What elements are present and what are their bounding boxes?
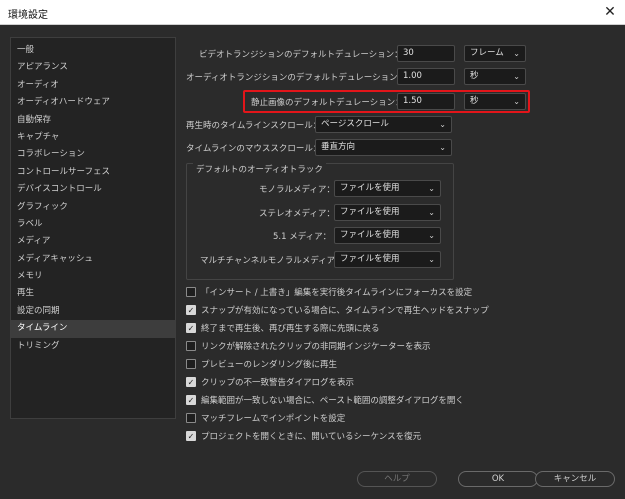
checkmark-icon: ✓ xyxy=(186,377,196,387)
checkbox-label: マッチフレームでインポイントを設定 xyxy=(201,414,346,424)
audio-transition-unit-value: 秒 xyxy=(470,71,479,81)
checkmark-icon: ✓ xyxy=(186,395,196,405)
still-image-unit-select[interactable]: 秒 ⌄ xyxy=(464,93,526,110)
sidebar-item-labels[interactable]: ラベル xyxy=(11,216,175,233)
cancel-button[interactable]: キャンセル xyxy=(535,471,615,487)
surround-media-label: 5.1 メディア： xyxy=(273,232,332,242)
still-image-duration-input[interactable]: 1.50 xyxy=(397,93,455,110)
stereo-media-value: ファイルを使用 xyxy=(340,207,400,217)
video-transition-unit-value: フレーム xyxy=(470,48,504,58)
sidebar-item-graphics[interactable]: グラフィック xyxy=(11,199,175,216)
audio-transition-unit-select[interactable]: 秒 ⌄ xyxy=(464,68,526,85)
sidebar-item-appearance[interactable]: アピアランス xyxy=(11,59,175,76)
checkmark-icon: ✓ xyxy=(186,323,196,333)
chevron-down-icon: ⌄ xyxy=(439,120,446,129)
checkbox-label: プロジェクトを開くときに、開いているシーケンスを復元 xyxy=(201,432,422,442)
audio-transition-duration-input[interactable]: 1.00 xyxy=(397,68,455,85)
multichannel-mono-label: マルチチャンネルモノラルメディア： xyxy=(200,256,344,266)
video-transition-unit-select[interactable]: フレーム ⌄ xyxy=(464,45,526,62)
sidebar-item-media-cache[interactable]: メディアキャッシュ xyxy=(11,251,175,268)
stereo-media-select[interactable]: ファイルを使用 ⌄ xyxy=(334,204,441,221)
checkbox-box xyxy=(186,413,196,423)
chevron-down-icon: ⌄ xyxy=(428,184,435,193)
checkmark-icon: ✓ xyxy=(186,431,196,441)
checkbox-label: スナップが有効になっている場合に、タイムラインで再生ヘッドをスナップ xyxy=(201,306,489,316)
surround-media-select[interactable]: ファイルを使用 ⌄ xyxy=(334,227,441,244)
playback-scroll-value: ページスクロール xyxy=(321,119,389,129)
still-image-unit-value: 秒 xyxy=(470,96,479,106)
playback-scroll-label: 再生時のタイムラインスクロール： xyxy=(186,121,322,131)
chevron-down-icon: ⌄ xyxy=(428,255,435,264)
window-title: 環境設定 xyxy=(8,10,48,21)
chevron-down-icon: ⌄ xyxy=(428,231,435,240)
group-title: デフォルトのオーディオトラック xyxy=(193,163,326,175)
sidebar-item-playback[interactable]: 再生 xyxy=(11,285,175,302)
chevron-down-icon: ⌄ xyxy=(513,97,520,106)
sidebar-item-timeline[interactable]: タイムライン xyxy=(11,320,175,338)
title-bar: 環境設定 ✕ xyxy=(0,0,625,25)
multichannel-mono-select[interactable]: ファイルを使用 ⌄ xyxy=(334,251,441,268)
chevron-down-icon: ⌄ xyxy=(513,49,520,58)
checkbox-label: 編集範囲が一致しない場合に、ペースト範囲の調整ダイアログを開く xyxy=(201,396,464,406)
surround-media-value: ファイルを使用 xyxy=(340,230,400,240)
sidebar-item-auto-save[interactable]: 自動保存 xyxy=(11,112,175,129)
chevron-down-icon: ⌄ xyxy=(428,208,435,217)
mono-media-select[interactable]: ファイルを使用 ⌄ xyxy=(334,180,441,197)
mouse-scroll-label: タイムラインのマウススクロール： xyxy=(186,144,322,154)
sidebar-item-sync-settings[interactable]: 設定の同期 xyxy=(11,303,175,320)
sidebar-item-control-surface[interactable]: コントロールサーフェス xyxy=(11,164,175,181)
close-icon[interactable]: ✕ xyxy=(601,3,619,21)
ok-button[interactable]: OK xyxy=(458,471,538,487)
sidebar-item-media[interactable]: メディア xyxy=(11,233,175,250)
checkbox-label: 終了まで再生後、再び再生する際に先頭に戻る xyxy=(201,324,380,334)
sidebar-item-collaboration[interactable]: コラボレーション xyxy=(11,146,175,163)
mono-media-value: ファイルを使用 xyxy=(340,183,400,193)
checkbox-box xyxy=(186,359,196,369)
sidebar-item-trimming[interactable]: トリミング xyxy=(11,338,175,355)
sidebar-item-audio-hardware[interactable]: オーディオハードウェア xyxy=(11,94,175,111)
still-image-duration-label: 静止画像のデフォルトデュレーション： xyxy=(251,98,404,108)
video-transition-duration-input[interactable]: 30 xyxy=(397,45,455,62)
mono-media-label: モノラルメディア： xyxy=(259,185,335,195)
checkbox-label: リンクが解除されたクリップの非同期インジケーターを表示 xyxy=(201,342,431,352)
checkbox-label: 「インサート / 上書き」編集を実行後タイムラインにフォーカスを設定 xyxy=(201,288,473,298)
checkmark-icon: ✓ xyxy=(186,305,196,315)
checkbox-label: プレビューのレンダリング後に再生 xyxy=(201,360,338,370)
checkbox-box xyxy=(186,341,196,351)
sidebar-item-audio[interactable]: オーディオ xyxy=(11,77,175,94)
checkbox-label: クリップの不一致警告ダイアログを表示 xyxy=(201,378,355,388)
mouse-scroll-value: 垂直方向 xyxy=(321,142,356,152)
multichannel-mono-value: ファイルを使用 xyxy=(340,254,400,264)
sidebar-item-capture[interactable]: キャプチャ xyxy=(11,129,175,146)
chevron-down-icon: ⌄ xyxy=(439,143,446,152)
category-sidebar: 一般 アピアランス オーディオ オーディオハードウェア 自動保存 キャプチャ コ… xyxy=(10,37,176,419)
sidebar-item-general[interactable]: 一般 xyxy=(11,42,175,59)
playback-scroll-select[interactable]: ページスクロール ⌄ xyxy=(315,116,452,133)
checkbox-box xyxy=(186,287,196,297)
audio-transition-duration-label: オーディオトランジションのデフォルトデュレーション： xyxy=(186,73,407,83)
mouse-scroll-select[interactable]: 垂直方向 ⌄ xyxy=(315,139,452,156)
help-button[interactable]: ヘルプ xyxy=(357,471,437,487)
video-transition-duration-label: ビデオトランジションのデフォルトデュレーション： xyxy=(199,50,403,60)
sidebar-item-memory[interactable]: メモリ xyxy=(11,268,175,285)
stereo-media-label: ステレオメディア： xyxy=(259,209,335,219)
preferences-dialog: 一般 アピアランス オーディオ オーディオハードウェア 自動保存 キャプチャ コ… xyxy=(0,25,625,499)
sidebar-item-device-control[interactable]: デバイスコントロール xyxy=(11,181,175,198)
chevron-down-icon: ⌄ xyxy=(513,72,520,81)
